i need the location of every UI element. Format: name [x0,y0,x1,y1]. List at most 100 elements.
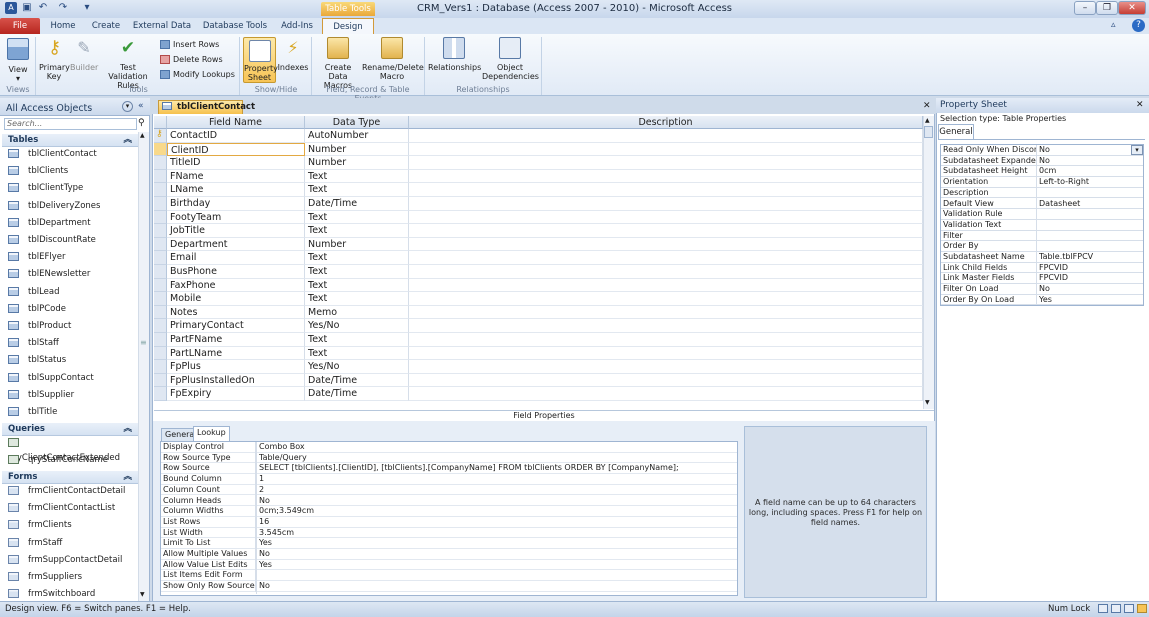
nav-item-forms[interactable]: frmSuppContactDetail [8,553,138,568]
ps-value[interactable]: 0cm [1039,166,1129,177]
nav-item-forms[interactable]: frmClients [8,518,138,533]
data-type-cell[interactable]: Text [305,169,409,184]
ps-row[interactable]: Subdatasheet Name Table.tblFPCV [941,252,1143,263]
data-type-cell[interactable]: AutoNumber [305,129,409,143]
field-name-cell[interactable]: ClientID [167,142,305,157]
primary-key-button[interactable]: ⚷ Primary Key [39,37,70,83]
data-type-cell[interactable]: Text [305,346,409,361]
minimize-ribbon-icon[interactable]: ▵ [1111,20,1123,32]
field-name-cell[interactable]: ContactID [167,129,305,143]
pivot-chart-view-icon[interactable] [1124,604,1134,613]
data-type-cell[interactable]: Date/Time [305,197,409,211]
field-name-cell[interactable]: FpPlus [167,360,305,374]
row-selector[interactable] [154,183,167,197]
fp-row[interactable]: Row Source SELECT [tblClients].[ClientID]… [161,463,737,475]
row-selector[interactable] [154,251,167,265]
rename-delete-macro-button[interactable]: Rename/Delete Macro [362,37,424,83]
field-name-cell[interactable]: FpPlusInstalledOn [167,373,305,388]
dropdown-arrow-icon[interactable]: ▾ [1131,145,1143,155]
tab-design[interactable]: Design [322,18,374,35]
ps-value[interactable]: No [1039,156,1129,167]
field-name-cell[interactable]: FaxPhone [167,278,305,293]
nav-item-forms[interactable]: frmClientContactList [8,501,138,516]
row-selector[interactable] [154,265,167,279]
search-icon[interactable]: ⚲ [138,118,145,128]
grid-scroll-up-icon[interactable]: ▲ [925,117,930,124]
fp-value[interactable]: Yes [259,538,735,549]
fp-row[interactable]: Bound Column 1 [161,474,737,485]
indexes-button[interactable]: ⚡ Indexes [277,37,309,83]
nav-item-forms[interactable]: frmSuppliers [8,570,138,585]
nav-item-forms[interactable]: frmStaff [8,536,138,551]
description-cell[interactable] [409,142,923,157]
nav-item-forms[interactable]: frmSwitchboard [8,587,138,602]
property-sheet-button[interactable]: Property Sheet [243,37,278,83]
fp-row[interactable]: Display Control Combo Box [161,442,737,453]
row-selector[interactable] [154,169,167,184]
ps-value[interactable]: Table.tblFPCV [1039,252,1129,263]
row-selector[interactable] [154,224,167,238]
fp-value[interactable]: No [259,549,735,560]
nav-item-tables[interactable]: tblClients [8,164,138,179]
description-cell[interactable] [409,387,923,401]
ps-row[interactable]: Validation Text [941,220,1143,231]
data-type-cell[interactable]: Date/Time [305,387,409,401]
data-type-cell[interactable]: Number [305,237,409,252]
ps-tab-general[interactable]: General [938,124,974,139]
tab-home[interactable]: Home [46,18,80,34]
ps-value[interactable]: FPCVID [1039,263,1129,274]
design-view-icon[interactable] [1137,604,1147,613]
field-name-cell[interactable]: PartFName [167,333,305,347]
ps-value[interactable]: No [1039,145,1129,156]
grid-scroll-thumb[interactable] [924,126,933,138]
scroll-up-icon[interactable]: ▲ [140,132,145,139]
ps-value[interactable]: No [1039,284,1129,295]
pivot-table-view-icon[interactable] [1111,604,1121,613]
close-button[interactable]: ✕ [1118,1,1146,15]
field-name-cell[interactable]: FName [167,169,305,184]
ps-row[interactable]: Link Master Fields FPCVID [941,273,1143,285]
row-selector[interactable]: ⚷ [154,129,167,143]
data-type-cell[interactable]: Yes/No [305,319,409,333]
help-icon[interactable]: ? [1132,19,1145,32]
nav-item-tables[interactable]: tblClientType [8,181,138,196]
ps-row[interactable]: Subdatasheet Expanded No [941,156,1143,167]
fp-value[interactable]: Combo Box [259,442,735,453]
description-cell[interactable] [409,183,923,197]
fp-row[interactable]: Column Heads No [161,495,737,507]
data-type-cell[interactable]: Text [305,333,409,347]
field-name-cell[interactable]: TitleID [167,156,305,170]
nav-scrollbar[interactable] [138,132,149,601]
nav-item-tables[interactable]: tblStaff [8,336,138,351]
data-type-cell[interactable]: Number [305,142,409,157]
datasheet-view-icon[interactable] [1098,604,1108,613]
view-button[interactable]: View ▾ [5,37,31,83]
data-type-cell[interactable]: Text [305,183,409,197]
fp-value[interactable]: SELECT [tblClients].[ClientID], [tblClie… [259,463,735,474]
nav-search-input[interactable]: Search... [4,118,137,130]
description-cell[interactable] [409,197,923,211]
fp-row[interactable]: Allow Multiple Values No [161,549,737,560]
nav-section-queries[interactable]: Queries ︽ [2,423,138,436]
description-cell[interactable] [409,373,923,388]
description-cell[interactable] [409,129,923,143]
close-property-sheet-icon[interactable]: ✕ [1136,100,1144,110]
scroll-grip-icon[interactable]: ≡ [140,338,147,347]
fp-row[interactable]: Limit To List Yes [161,538,737,549]
fp-row[interactable]: Show Only Row Source V No [161,581,737,592]
data-type-cell[interactable]: Memo [305,305,409,320]
fp-tab-lookup[interactable]: Lookup [193,426,230,441]
field-name-cell[interactable]: FootyTeam [167,210,305,225]
ps-value[interactable]: Datasheet [1039,199,1129,210]
field-name-cell[interactable]: Department [167,237,305,252]
description-cell[interactable] [409,319,923,333]
nav-item-tables[interactable]: tblTitle [8,405,138,420]
description-cell[interactable] [409,333,923,347]
data-type-cell[interactable]: Text [305,251,409,265]
field-name-cell[interactable]: BusPhone [167,265,305,279]
test-validation-rules-button[interactable]: ✔ Test Validation Rules [100,37,156,90]
nav-item-tables[interactable]: tblLead [8,285,138,300]
description-cell[interactable] [409,305,923,320]
field-name-cell[interactable]: Birthday [167,197,305,211]
nav-item-tables[interactable]: tblENewsletter [8,267,138,282]
